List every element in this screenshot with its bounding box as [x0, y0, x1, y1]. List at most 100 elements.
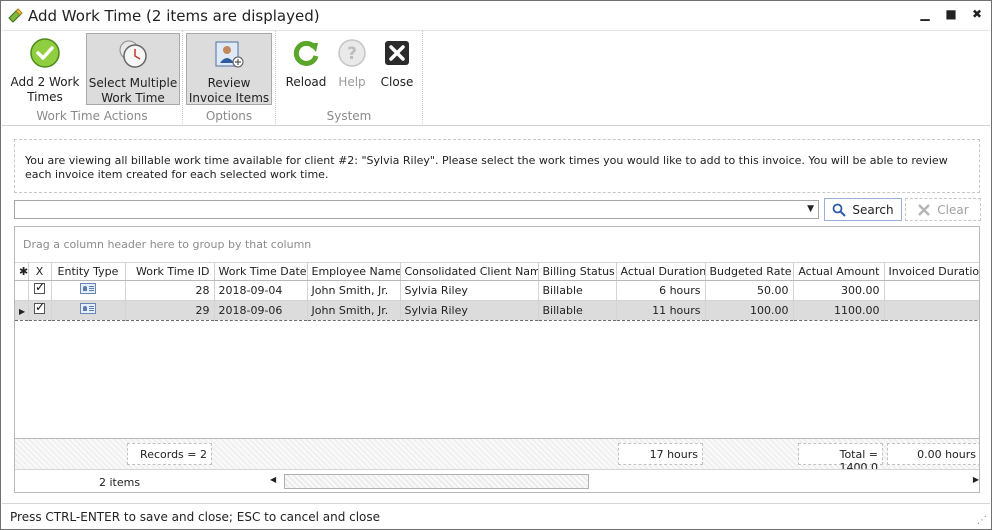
invoiced-duration-summary: 0.00 hours [887, 443, 979, 465]
resize-grip-icon[interactable]: ⋰ [977, 515, 987, 526]
billing-status-cell[interactable]: Billable [538, 280, 617, 301]
add-work-times-label-1: Add 2 Work [10, 75, 80, 89]
clear-icon [918, 203, 931, 216]
grid-status-row: 2 items ◀ ▶ [15, 469, 979, 492]
column-header-x[interactable]: X [28, 263, 52, 281]
employee-card-icon [80, 283, 96, 294]
duration-summary: 17 hours [618, 443, 703, 465]
review-invoice-items-button[interactable]: Review Invoice Items [186, 33, 272, 105]
scroll-left-icon[interactable]: ◀ [270, 475, 276, 484]
work-time-date-cell[interactable]: 2018-09-06 [214, 299, 308, 321]
select-multiple-label-1: Select Multiple [88, 76, 178, 90]
table-header-row: ✱ X Entity Type Work Time ID Work Time D… [15, 263, 979, 281]
reload-label: Reload [285, 75, 327, 89]
ribbon-group-options: Review Invoice Items Options [183, 31, 276, 126]
window-title: Add Work Time (2 items are displayed) [28, 6, 320, 25]
column-header-indicator[interactable]: ✱ [15, 263, 29, 281]
row-select-checkbox[interactable] [28, 299, 52, 321]
add-work-time-window: Add Work Time (2 items are displayed) ▁ … [0, 0, 992, 530]
column-header-actual-amount[interactable]: Actual Amount [793, 263, 885, 281]
ribbon-group-work-time-actions: Add 2 Work Times Select Multiple Work Ti… [2, 31, 183, 126]
grid-summary-footer: Records = 2 17 hours Total = 1400.0 0.00… [15, 438, 979, 474]
column-header-actual-duration[interactable]: Actual Duration [616, 263, 706, 281]
horizontal-scrollbar[interactable]: ◀ ▶ [270, 474, 979, 489]
title-bar: Add Work Time (2 items are displayed) ▁ … [1, 1, 991, 30]
help-button[interactable]: ? Help [332, 33, 372, 105]
column-header-work-time-date[interactable]: Work Time Date [214, 263, 308, 281]
employee-name-cell[interactable]: John Smith, Jr. [307, 299, 401, 321]
reload-icon [293, 40, 319, 66]
invoiced-duration-cell[interactable] [884, 280, 979, 301]
entity-type-cell [51, 299, 126, 321]
close-icon [385, 41, 409, 65]
close-button[interactable]: Close [376, 33, 418, 105]
row-indicator[interactable] [15, 280, 29, 301]
search-icon [832, 203, 847, 217]
status-bar: Press CTRL-ENTER to save and close; ESC … [2, 503, 990, 529]
dropdown-arrow-icon[interactable]: ▼ [807, 204, 814, 214]
column-header-consolidated-client-name[interactable]: Consolidated Client Name [400, 263, 539, 281]
group-label-options: Options [205, 109, 253, 123]
close-label: Close [380, 75, 414, 89]
ribbon-group-system: Reload ? Help Close System [276, 31, 423, 126]
add-work-times-label-2: Times [27, 90, 63, 104]
actual-amount-cell[interactable]: 300.00 [793, 280, 885, 301]
column-header-employee-name[interactable]: Employee Name [307, 263, 401, 281]
row-indicator[interactable]: ▶ [15, 299, 29, 321]
add-work-times-button[interactable]: Add 2 Work Times [10, 33, 80, 105]
budgeted-rate-cell[interactable]: 50.00 [705, 280, 794, 301]
search-combobox[interactable]: ▼ [14, 200, 819, 219]
work-time-id-cell[interactable]: 28 [125, 280, 215, 301]
status-text: Press CTRL-ENTER to save and close; ESC … [10, 510, 381, 524]
entity-type-cell [51, 280, 126, 301]
clock-stack-icon [119, 40, 147, 68]
actual-duration-cell[interactable]: 11 hours [616, 299, 706, 321]
reload-button[interactable]: Reload [284, 33, 328, 105]
close-window-button[interactable]: ✖ [971, 7, 983, 21]
current-row-arrow-icon: ▶ [19, 306, 26, 316]
work-time-date-cell[interactable]: 2018-09-04 [214, 280, 308, 301]
employee-name-cell[interactable]: John Smith, Jr. [307, 280, 401, 301]
client-name-cell[interactable]: Sylvia Riley [400, 280, 539, 301]
column-header-budgeted-rate[interactable]: Budgeted Rate [705, 263, 794, 281]
group-by-panel[interactable]: Drag a column header here to group by th… [15, 227, 979, 263]
client-name-cell[interactable]: Sylvia Riley [400, 299, 539, 321]
column-header-work-time-id[interactable]: Work Time ID [125, 263, 215, 281]
app-icon [8, 7, 23, 23]
help-label: Help [338, 75, 366, 89]
records-summary: Records = 2 [127, 443, 212, 465]
budgeted-rate-cell[interactable]: 100.00 [705, 299, 794, 321]
amount-total-summary: Total = 1400.0 [798, 443, 883, 474]
clear-button[interactable]: Clear [905, 198, 981, 221]
invoice-person-icon [215, 41, 244, 68]
info-panel: You are viewing all billable work time a… [14, 139, 980, 193]
clear-button-label: Clear [937, 202, 969, 217]
invoiced-duration-cell[interactable] [884, 299, 979, 321]
svg-text:?: ? [347, 44, 357, 64]
select-multiple-work-time-button[interactable]: Select Multiple Work Time [86, 33, 180, 105]
search-button[interactable]: Search [824, 198, 902, 221]
maximize-button[interactable]: ■ [945, 7, 957, 21]
column-header-billing-status[interactable]: Billing Status [538, 263, 617, 281]
column-header-invoiced-duration[interactable]: Invoiced Duration [884, 263, 979, 281]
group-label-system: System [326, 109, 372, 123]
ribbon-toolbar: Add 2 Work Times Select Multiple Work Ti… [2, 30, 990, 126]
review-invoice-label-2: Invoice Items [188, 91, 270, 105]
review-invoice-label-1: Review [207, 76, 251, 90]
actual-duration-cell[interactable]: 6 hours [616, 280, 706, 301]
group-label-work-time-actions: Work Time Actions [36, 109, 148, 123]
billing-status-cell[interactable]: Billable [538, 299, 617, 321]
scroll-right-icon[interactable]: ▶ [973, 475, 979, 484]
actual-amount-cell[interactable]: 1100.00 [793, 299, 885, 321]
table-row[interactable]: ▶ 29 2018-09-06 John Smith, Jr. Sylvia R… [15, 299, 979, 321]
minimize-button[interactable]: ▁ [919, 7, 931, 21]
table-row[interactable]: 28 2018-09-04 John Smith, Jr. Sylvia Ril… [15, 280, 979, 301]
work-time-table: ✱ X Entity Type Work Time ID Work Time D… [15, 263, 979, 321]
employee-card-icon [80, 303, 96, 314]
column-header-entity-type[interactable]: Entity Type [51, 263, 126, 281]
work-time-grid: Drag a column header here to group by th… [14, 226, 980, 493]
checkmark-icon [30, 38, 60, 68]
work-time-id-cell[interactable]: 29 [125, 299, 215, 321]
scrollbar-thumb[interactable] [284, 474, 589, 489]
row-select-checkbox[interactable] [28, 280, 52, 301]
